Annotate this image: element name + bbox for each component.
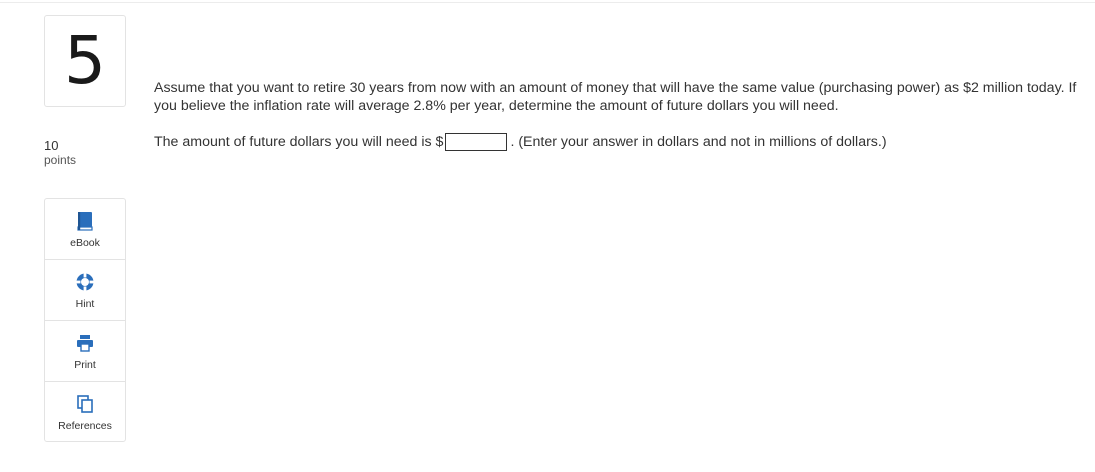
- question-number-box: 5: [44, 15, 126, 107]
- tools-panel: eBook Hint Print References: [44, 198, 126, 442]
- answer-line: The amount of future dollars you will ne…: [154, 132, 1084, 152]
- book-icon: [74, 211, 96, 231]
- documents-icon: [74, 394, 96, 414]
- print-button[interactable]: Print: [45, 321, 125, 382]
- points-info: 10 points: [44, 138, 104, 167]
- question-text: Assume that you want to retire 30 years …: [154, 80, 1077, 114]
- lifebuoy-icon: [74, 272, 96, 292]
- points-label: points: [44, 153, 77, 167]
- answer-prefix: The amount of future dollars you will ne…: [154, 134, 444, 150]
- printer-icon: [74, 333, 96, 353]
- answer-suffix: . (Enter your answer in dollars and not …: [510, 134, 887, 150]
- ebook-button[interactable]: eBook: [45, 199, 125, 260]
- top-divider: [0, 2, 1095, 3]
- answer-input[interactable]: [445, 133, 508, 151]
- points-value: 10: [44, 138, 59, 153]
- print-label: Print: [74, 359, 96, 371]
- hint-button[interactable]: Hint: [45, 260, 125, 321]
- question-page: 5 10 points eBook Hint Print References …: [0, 0, 1095, 472]
- references-button[interactable]: References: [45, 382, 125, 443]
- hint-label: Hint: [75, 298, 95, 310]
- references-label: References: [58, 420, 112, 432]
- question-number: 5: [64, 22, 106, 99]
- ebook-label: eBook: [70, 237, 100, 249]
